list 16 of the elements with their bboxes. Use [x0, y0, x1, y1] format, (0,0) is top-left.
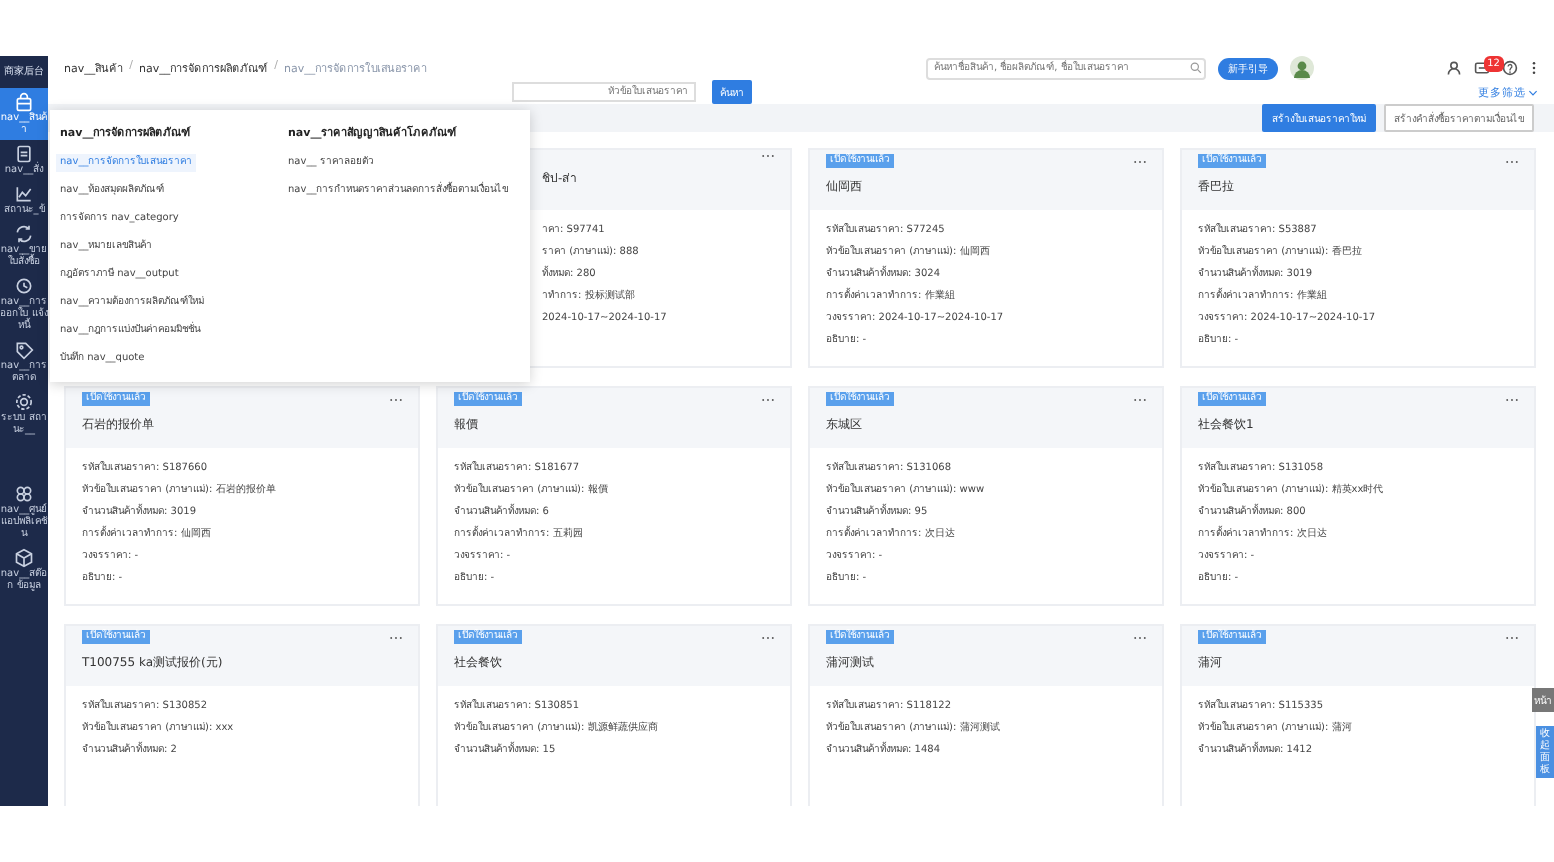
- nav-icon: [14, 276, 34, 296]
- user-icon[interactable]: [1446, 60, 1462, 76]
- nav-icon: [14, 548, 34, 568]
- avatar[interactable]: [1290, 56, 1314, 80]
- nav-icon: [14, 224, 34, 244]
- nav-icon: [14, 92, 34, 112]
- nav-icon: [14, 484, 34, 504]
- search-icon: [1190, 62, 1202, 74]
- nav-icon: [14, 144, 34, 164]
- message-icon[interactable]: [1474, 60, 1490, 76]
- nav-icon: [14, 392, 34, 412]
- nav-icon: [14, 184, 34, 204]
- chevron-down-icon: [1528, 89, 1538, 95]
- nav-icon: [14, 340, 34, 360]
- help-icon[interactable]: [1502, 60, 1518, 76]
- more-icon[interactable]: [1530, 60, 1538, 76]
